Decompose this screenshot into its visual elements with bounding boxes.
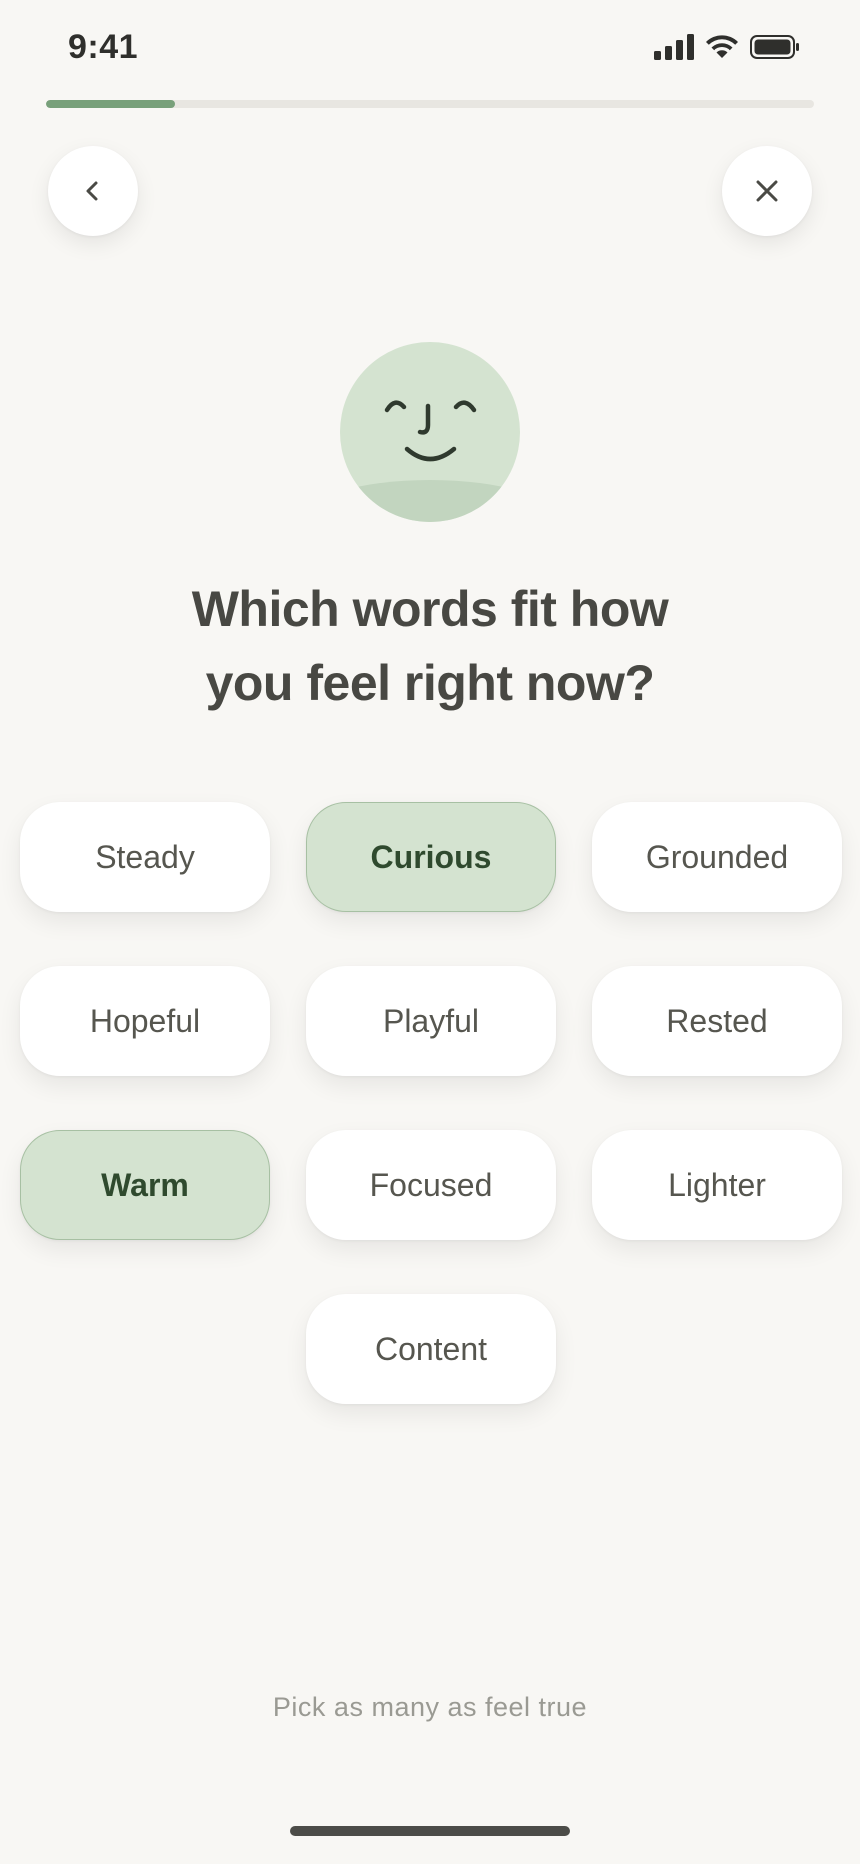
- hint-text: Pick as many as feel true: [272, 1692, 588, 1722]
- close-button[interactable]: [722, 146, 812, 236]
- back-button[interactable]: [48, 146, 138, 236]
- chevron-left-icon: [86, 181, 98, 201]
- chip-lighter[interactable]: Lighter: [592, 1130, 842, 1240]
- status-icons: [654, 34, 800, 60]
- chip-warm[interactable]: Warm: [20, 1130, 270, 1240]
- chip-curious[interactable]: Curious: [306, 802, 556, 912]
- chip-grounded[interactable]: Grounded: [592, 802, 842, 912]
- chip-content[interactable]: Content: [306, 1294, 556, 1404]
- question-line-1: Which words fit how: [191, 581, 669, 637]
- chip-hopeful[interactable]: Hopeful: [20, 966, 270, 1076]
- chip-steady[interactable]: Steady: [20, 802, 270, 912]
- home-indicator[interactable]: [290, 1826, 570, 1836]
- cellular-signal-icon: [654, 34, 694, 60]
- smiling-face-icon: [340, 342, 520, 522]
- chip-playful[interactable]: Playful: [306, 966, 556, 1076]
- chip-focused[interactable]: Focused: [306, 1130, 556, 1240]
- battery-icon: [750, 35, 799, 59]
- wifi-icon: [706, 35, 738, 58]
- question-heading: Which words fit how you feel right now?: [80, 572, 780, 720]
- close-icon: [756, 180, 778, 202]
- progress-fill: [46, 100, 176, 108]
- chip-rested[interactable]: Rested: [592, 966, 842, 1076]
- progress-bar: [46, 100, 814, 108]
- status-time: 9:41: [68, 28, 139, 66]
- question-line-2: you feel right now?: [205, 655, 655, 711]
- status-bar: 9:41: [0, 0, 860, 100]
